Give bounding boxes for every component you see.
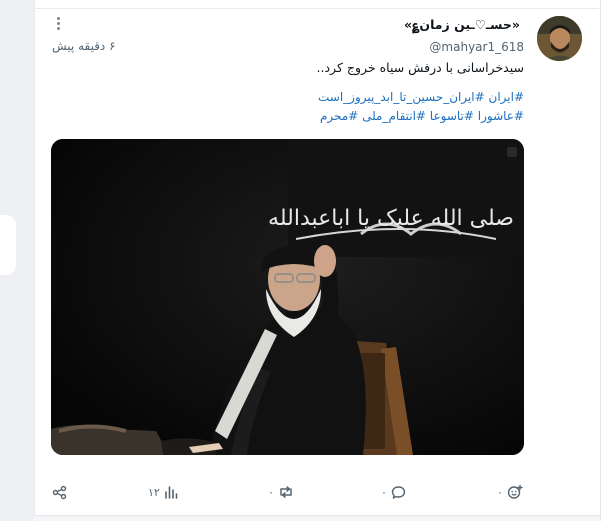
avatar[interactable] [537, 16, 582, 61]
share-button[interactable] [52, 483, 67, 501]
divider [34, 8, 599, 9]
repost-count: ۰ [268, 485, 274, 499]
avatar-image [537, 16, 582, 61]
more-vertical-icon[interactable] [55, 16, 63, 32]
banner-calligraphy: صلی الله علیک یا اباعبدالله [268, 206, 514, 231]
scrollbar-rail[interactable] [600, 0, 610, 521]
hashtags-line-2[interactable]: #عاشورا #تاسوعا #انتقام_ملی #محرم [320, 109, 524, 123]
post-text: سیدخراسانی با درفش سیاه خروج کرد.. [316, 60, 524, 75]
views-bar-icon [165, 486, 178, 499]
post-image[interactable]: صلی الله علیک یا اباعبدالله [51, 139, 524, 455]
post-time[interactable]: ۶ دقیقه پیش [52, 39, 116, 53]
repost-icon [280, 486, 292, 498]
reaction-button[interactable]: ۰ [497, 483, 523, 501]
share-icon [52, 485, 67, 499]
display-name[interactable]: «حسـ♡ـین زمان؏» [404, 17, 520, 32]
reaction-count: ۰ [497, 485, 503, 499]
reply-bubble-icon [391, 485, 406, 499]
add-reaction-icon [507, 484, 523, 499]
photo-illustration: صلی الله علیک یا اباعبدالله [51, 139, 524, 455]
views-count: ۱۲ [148, 485, 160, 499]
hashtags-line-1[interactable]: #ایران #ایران_حسین_تا_ابد_پیروز_است [318, 90, 524, 104]
user-handle[interactable]: @mahyar1_618 [429, 40, 524, 54]
sidebar-collapse-handle[interactable] [0, 215, 16, 275]
repost-button[interactable]: ۰ [268, 483, 294, 501]
views-button[interactable]: ۱۲ [148, 483, 178, 501]
reply-count: ۰ [381, 485, 387, 499]
reply-button[interactable]: ۰ [381, 483, 406, 501]
